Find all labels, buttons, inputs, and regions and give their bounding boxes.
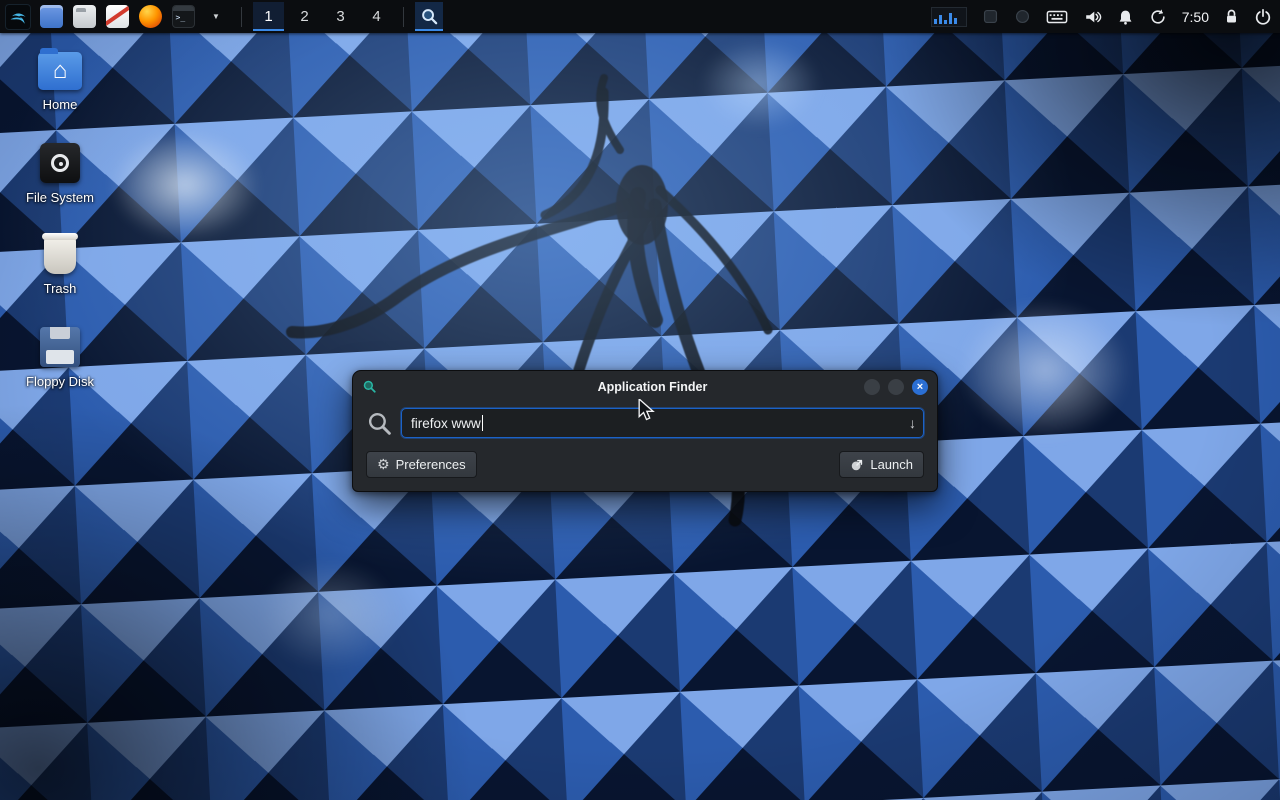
gear-icon: ⚙	[377, 456, 390, 473]
desktop-icon-label: File System	[26, 190, 94, 205]
app-finder-window-icon	[362, 379, 377, 394]
titlebar[interactable]: Application Finder ×	[353, 371, 937, 402]
floppy-disk-icon	[40, 327, 80, 367]
desktop-icon-label: Trash	[44, 281, 77, 296]
clock[interactable]: 7:50	[1182, 9, 1209, 25]
updates-icon[interactable]	[1149, 8, 1167, 26]
window-buttons: ×	[864, 371, 928, 402]
workspace-4[interactable]: 4	[361, 2, 392, 31]
workspace-2-label: 2	[300, 8, 308, 25]
tray-icon[interactable]	[982, 8, 999, 25]
app-finder-launcher[interactable]	[415, 2, 443, 31]
panel-separator	[241, 7, 242, 27]
text-editor-icon	[106, 5, 129, 28]
search-input-value: firefox www	[411, 416, 481, 431]
file-manager-launcher[interactable]	[70, 2, 98, 31]
volume-icon[interactable]	[1083, 8, 1102, 26]
firefox-launcher[interactable]	[136, 2, 164, 31]
dropdown-arrow-icon[interactable]: ↓	[909, 415, 916, 431]
minimize-button[interactable]	[864, 379, 880, 395]
desktop-icon-label: Home	[43, 97, 78, 112]
home-folder-icon: ⌂	[38, 52, 82, 90]
window-title: Application Finder	[377, 380, 928, 394]
desktop-icon-label: Floppy Disk	[26, 374, 94, 389]
desktop-icon-list: ⌂ Home File System Trash Floppy Disk	[14, 52, 106, 389]
preferences-button-label: Preferences	[396, 457, 466, 472]
launch-button-label: Launch	[870, 457, 913, 472]
kali-menu-button[interactable]	[4, 2, 32, 31]
terminal-icon	[172, 5, 195, 28]
search-icon	[366, 410, 393, 437]
maximize-button[interactable]	[888, 379, 904, 395]
preferences-button[interactable]: ⚙ Preferences	[366, 451, 477, 478]
close-button[interactable]: ×	[912, 379, 928, 395]
workspace-3-label: 3	[336, 8, 344, 25]
window-manager-icon	[40, 5, 63, 28]
tray-icon[interactable]	[1014, 8, 1031, 25]
application-finder-window: Application Finder × firefox www ↓ ⚙ Pre…	[352, 370, 938, 492]
mouse-cursor	[637, 399, 656, 421]
panel-separator	[403, 7, 404, 27]
drive-ring	[51, 154, 69, 172]
desktop-icon-floppy[interactable]: Floppy Disk	[14, 327, 106, 389]
search-input[interactable]: firefox www ↓	[401, 408, 924, 438]
workspace-2[interactable]: 2	[289, 2, 320, 31]
graph-bar	[949, 13, 952, 24]
top-panel: ▼ 1 2 3 4	[0, 0, 1280, 33]
desktop-icon-file-system[interactable]: File System	[14, 143, 106, 205]
notifications-bell-icon[interactable]	[1117, 8, 1134, 26]
launch-button[interactable]: Launch	[839, 451, 924, 478]
workspace-3[interactable]: 3	[325, 2, 356, 31]
window-manager-launcher[interactable]	[37, 2, 65, 31]
workspace-1-label: 1	[264, 8, 272, 25]
graph-bar	[954, 18, 957, 24]
graph-bar	[944, 20, 947, 24]
graph-bar	[939, 15, 942, 24]
keyboard-layout-icon[interactable]	[1046, 8, 1068, 26]
launch-icon	[850, 458, 864, 472]
desktop-icon-trash[interactable]: Trash	[14, 236, 106, 296]
firefox-icon	[139, 5, 162, 28]
graph-bar	[934, 19, 937, 24]
file-system-drive-icon	[40, 143, 80, 183]
text-caret	[482, 415, 483, 431]
trash-bucket-icon	[44, 236, 76, 274]
power-logout-icon[interactable]	[1254, 8, 1272, 26]
text-editor-launcher[interactable]	[103, 2, 131, 31]
workspace-1[interactable]: 1	[253, 2, 284, 31]
file-manager-icon	[73, 5, 96, 28]
terminal-dropdown-button[interactable]: ▼	[202, 2, 230, 31]
tray-cpu-graph-icon[interactable]	[931, 7, 967, 27]
workspace-4-label: 4	[372, 8, 380, 25]
desktop-icon-home[interactable]: ⌂ Home	[14, 52, 106, 112]
magnifier-icon	[420, 7, 439, 26]
chevron-down-icon: ▼	[210, 12, 222, 21]
lock-screen-icon[interactable]	[1224, 8, 1239, 25]
kali-logo-icon	[5, 4, 31, 30]
terminal-launcher[interactable]	[169, 2, 197, 31]
house-glyph: ⌂	[53, 57, 68, 85]
